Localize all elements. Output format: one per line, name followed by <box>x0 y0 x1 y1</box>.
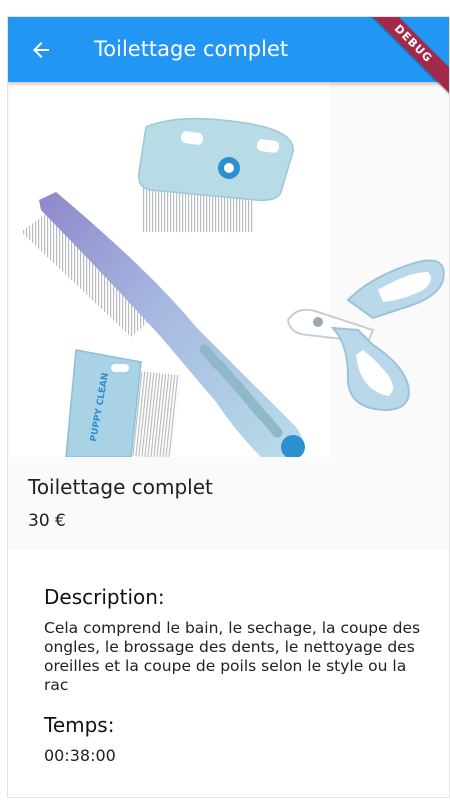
arrow-left-icon <box>33 42 49 58</box>
nail-scissors <box>286 259 445 412</box>
back-button[interactable] <box>26 35 56 65</box>
description-text: Cela comprend le bain, le sechage, la co… <box>44 619 421 694</box>
product-name: Toilettage complet <box>28 475 213 499</box>
description-label: Description: <box>44 585 165 609</box>
details-card: Description: Cela comprend le bain, le s… <box>8 550 449 797</box>
product-price: 30 € <box>28 511 66 531</box>
time-label: Temps: <box>44 713 115 737</box>
page-title: Toilettage complet <box>94 37 289 61</box>
time-value: 00:38:00 <box>44 746 116 765</box>
